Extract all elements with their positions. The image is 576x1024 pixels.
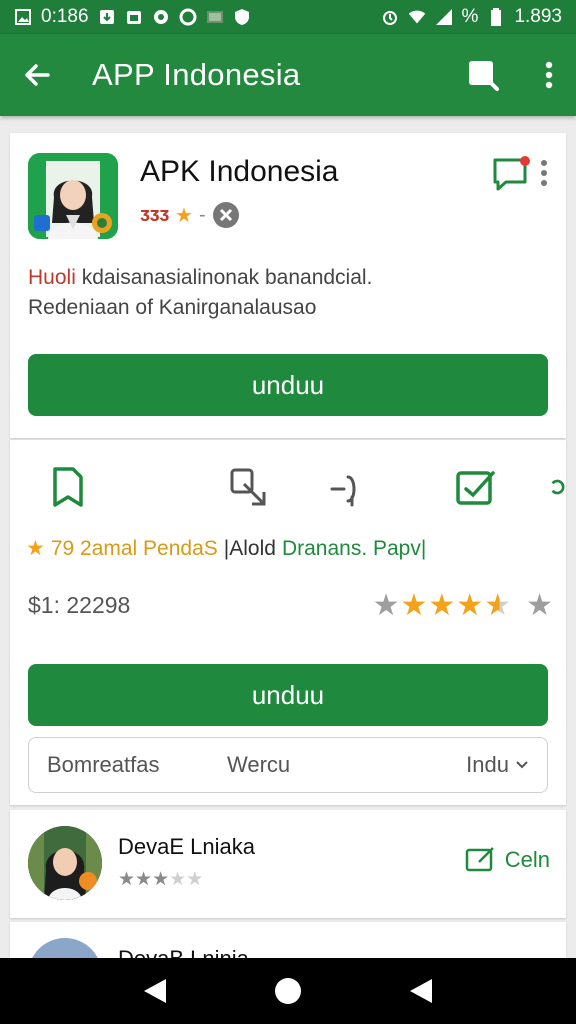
recents-triangle-icon[interactable]: [408, 977, 434, 1005]
navigation-bar: [0, 958, 576, 1024]
app-stats: ★ 79 2amal PendaS |Alold Dranans. Papv|: [26, 536, 426, 561]
app-details-card: ★ 79 2amal PendaS |Alold Dranans. Papv| …: [10, 440, 566, 805]
star-icon: ★: [175, 204, 193, 227]
app-name: APK Indonesia: [140, 155, 339, 188]
star-icon: ★: [456, 589, 485, 622]
check-box-icon[interactable]: [454, 462, 498, 512]
battery-percent: %: [461, 6, 479, 27]
star-icon: ★: [526, 589, 554, 622]
circle-icon: [179, 8, 197, 26]
review-rating: ★★★★★: [118, 868, 203, 891]
back-triangle-icon[interactable]: [142, 977, 168, 1005]
review-action-button[interactable]: Celn: [465, 846, 550, 874]
star-icon: ★: [400, 589, 429, 622]
star-icon: ★: [169, 869, 187, 890]
comment-icon[interactable]: [492, 155, 532, 193]
app-icon[interactable]: [28, 153, 118, 239]
rating-text: ᴣᴣᴣ: [140, 203, 170, 226]
search-icon[interactable]: [466, 58, 500, 92]
star-icon: ★: [428, 589, 457, 622]
description-highlight: Huoli: [28, 266, 76, 289]
calendar-icon: [125, 8, 143, 26]
download-button[interactable]: unduu: [28, 354, 548, 416]
language-dropdown-label: Indu: [466, 752, 509, 777]
review-card: DevaE Lniaka ★★★★★ Celn: [10, 810, 566, 918]
filter-chip[interactable]: Bomreatfas: [47, 752, 227, 778]
image-icon: [14, 8, 32, 26]
battery-icon: [487, 8, 505, 26]
star-icon: ★: [118, 869, 136, 890]
settings-icon: [152, 8, 170, 26]
more-vert-icon[interactable]: [544, 60, 554, 90]
description-line-2: Redeniaan of Kanirganalausao: [28, 296, 317, 319]
action-icon-row: [10, 462, 566, 518]
download-button[interactable]: unduu: [28, 664, 548, 726]
avatar[interactable]: [28, 826, 102, 900]
stat-category: Dranans. Papv|: [281, 536, 427, 560]
app-header-card: APK Indonesia ᴣᴣᴣ ★ - Huoli kdaisanasial…: [10, 133, 566, 438]
star-icon: ★: [152, 869, 170, 890]
download-icon: [98, 8, 116, 26]
alarm-icon: [381, 8, 399, 26]
star-icon: ★: [135, 869, 153, 890]
shield-icon: [233, 8, 251, 26]
app-price: $1: 22298: [28, 592, 131, 618]
status-time: 0:186: [41, 6, 89, 27]
language-dropdown[interactable]: Indu: [466, 752, 529, 778]
chevron-down-icon: [515, 760, 529, 770]
signal-icon: [435, 8, 453, 26]
link-icon[interactable]: [326, 462, 370, 512]
rating-separator: -: [198, 203, 206, 226]
refresh-icon[interactable]: [548, 462, 566, 512]
review-action-label: Celn: [504, 847, 550, 872]
app-description: Huoli kdaisanasialinonak banandcial. Red…: [28, 263, 548, 323]
filter-bar: Bomreatfas Wercu Indu: [28, 737, 548, 793]
star-rating: ★★★★★ ★: [373, 588, 554, 623]
half-star-icon: ★: [484, 589, 513, 622]
wifi-icon: [408, 8, 426, 26]
app-bar: APP Indonesia: [0, 34, 576, 116]
bookmark-icon[interactable]: [46, 462, 90, 512]
photo-icon: [206, 8, 224, 26]
status-right-value: 1.893: [514, 6, 562, 27]
status-bar: 0:186 % 1.893: [0, 0, 576, 34]
page-title: APP Indonesia: [92, 57, 301, 92]
close-icon[interactable]: [212, 201, 240, 229]
reviewer-name: DevaE Lniaka: [118, 834, 255, 859]
review-card: DevaB Lninia: [10, 922, 566, 962]
stat-platform: |Alold: [223, 536, 276, 560]
home-circle-icon[interactable]: [273, 976, 303, 1006]
back-arrow-icon[interactable]: [22, 60, 52, 90]
star-icon: ★: [372, 589, 401, 622]
star-icon: ★: [186, 869, 204, 890]
app-rating: ᴣᴣᴣ ★ -: [140, 201, 240, 229]
more-vert-icon[interactable]: [540, 159, 548, 187]
stat-downloads: 79 2amal PendaS: [50, 536, 218, 560]
filter-chip[interactable]: Wercu: [227, 752, 466, 778]
description-line-1: kdaisanasialinonak banandcial.: [75, 266, 373, 289]
edit-icon: [465, 846, 497, 874]
star-icon: ★: [26, 537, 45, 560]
share-icon[interactable]: [226, 462, 270, 512]
